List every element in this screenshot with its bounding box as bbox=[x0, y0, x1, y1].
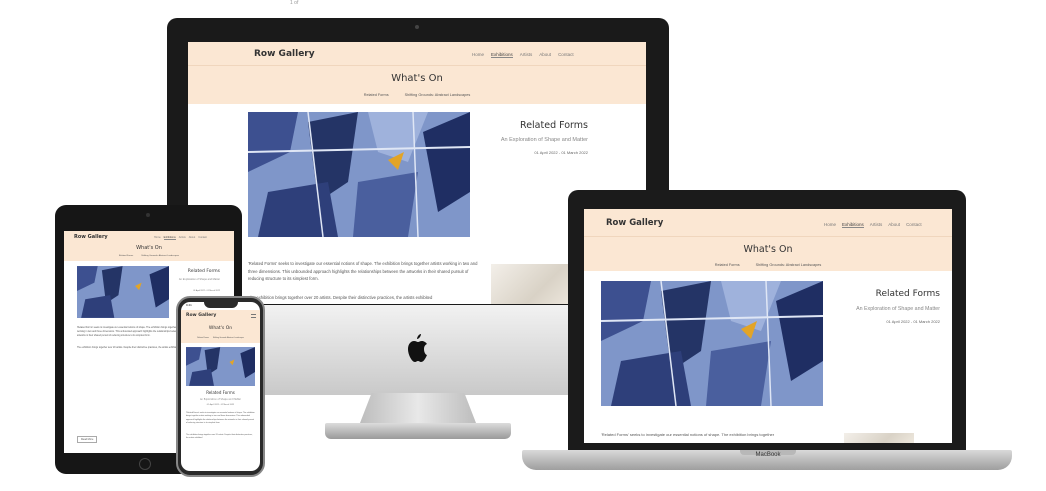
tablet-nav-exhibitions[interactable]: Exhibitions bbox=[163, 236, 176, 240]
exhibition-title: Related Forms bbox=[520, 120, 588, 131]
laptop-header-divider bbox=[584, 236, 952, 237]
site-header: Row Gallery Home Exhibitions Artists Abo… bbox=[188, 42, 646, 104]
laptop-link-shifting-grounds[interactable]: Shifting Grounds: Abstract Landscapes bbox=[756, 263, 822, 267]
site-nav: Home Exhibitions Artists About Contact bbox=[472, 52, 574, 58]
hamburger-menu-icon[interactable] bbox=[251, 314, 256, 318]
nav-exhibitions[interactable]: Exhibitions bbox=[491, 52, 513, 58]
tablet-read-more-button[interactable]: Read More bbox=[77, 436, 98, 443]
tablet-nav-artists[interactable]: Artists bbox=[179, 236, 186, 240]
apple-logo-icon bbox=[408, 334, 427, 362]
imac-camera bbox=[415, 25, 419, 29]
exhibition-description-2: The exhibition brings together over 20 a… bbox=[248, 295, 433, 300]
laptop-exhibition-title: Related Forms bbox=[875, 289, 940, 299]
laptop-exhibition-dates: 01 April 2022 - 01 March 2022 bbox=[886, 319, 940, 324]
tablet-artwork-image bbox=[77, 266, 169, 318]
phone-notch bbox=[204, 302, 238, 308]
tablet-abstract-painting-icon bbox=[77, 266, 169, 318]
tablet-exhibition-title: Related Forms bbox=[187, 269, 220, 274]
tablet-page-heading: What's On bbox=[136, 245, 162, 251]
exhibition-subtitle: An Exploration of Shape and Matter bbox=[500, 137, 588, 143]
sculpture-thumbnail bbox=[491, 264, 571, 304]
nav-artists[interactable]: Artists bbox=[520, 52, 533, 58]
tablet-exhibition-subtitle: An Exploration of Shape and Matter bbox=[178, 278, 220, 281]
laptop-screen: Row Gallery Home Exhibitions Artists Abo… bbox=[584, 209, 952, 443]
laptop-page-heading: What's On bbox=[743, 244, 793, 255]
phone-exhibition-title: Related Forms bbox=[206, 390, 235, 395]
phone-page-heading: What's On bbox=[208, 326, 233, 331]
image-counter-label: 1 of bbox=[290, 0, 299, 6]
laptop-exhibition-description: 'Related Forms' seeks to investigate our… bbox=[601, 432, 775, 437]
phone-site-brand[interactable]: Row Gallery bbox=[186, 313, 216, 318]
laptop-link-related-forms[interactable]: Related Forms bbox=[715, 263, 740, 267]
header-divider bbox=[188, 65, 646, 66]
phone-exhibition-dates: 01 April 2022 - 01 March 2022 bbox=[206, 404, 235, 406]
laptop-nav-home[interactable]: Home bbox=[824, 222, 836, 228]
tablet-link-related-forms[interactable]: Related Forms bbox=[119, 255, 133, 257]
nav-home[interactable]: Home bbox=[472, 52, 484, 58]
tablet-site-header: Row Gallery Home Exhibitions Artists Abo… bbox=[64, 231, 234, 261]
phone-site-header: Row Gallery What's On Related Forms Shif… bbox=[181, 310, 260, 343]
exhibition-description: 'Related Forms' seeks to investigate our… bbox=[248, 261, 478, 282]
tablet-site-nav: Home Exhibitions Artists About Contact bbox=[154, 236, 207, 240]
tablet-exhibition-dates: 01 April 2022 - 01 March 2022 bbox=[193, 290, 220, 292]
tablet-exhibition-description: 'Related Forms' seeks to investigate our… bbox=[77, 327, 184, 338]
phone-screen: 9:41 Row Gallery What's On Related Forms… bbox=[181, 302, 260, 471]
page-heading: What's On bbox=[391, 73, 443, 84]
laptop-site-header: Row Gallery Home Exhibitions Artists Abo… bbox=[584, 209, 952, 271]
abstract-painting-icon bbox=[248, 112, 470, 237]
phone-link-related-forms[interactable]: Related Forms bbox=[197, 337, 209, 339]
link-shifting-grounds[interactable]: Shifting Grounds: Abstract Landscapes bbox=[405, 93, 471, 97]
artwork-image bbox=[248, 112, 470, 237]
site-brand-logo[interactable]: Row Gallery bbox=[254, 49, 315, 59]
link-related-forms[interactable]: Related Forms bbox=[364, 93, 389, 97]
phone-exhibition-description: 'Related Forms' seeks to investigate our… bbox=[186, 412, 255, 425]
laptop-model-label: MacBook bbox=[755, 452, 781, 458]
phone-status-time: 9:41 bbox=[186, 303, 192, 307]
laptop-nav-about[interactable]: About bbox=[888, 222, 900, 228]
laptop-exhibition-links: Related Forms Shifting Grounds: Abstract… bbox=[584, 263, 952, 267]
laptop-abstract-painting-icon bbox=[601, 281, 823, 406]
laptop-artwork-image bbox=[601, 281, 823, 406]
laptop-nav-artists[interactable]: Artists bbox=[870, 222, 883, 228]
laptop-site-nav: Home Exhibitions Artists About Contact bbox=[824, 222, 922, 228]
exhibition-links: Related Forms Shifting Grounds: Abstract… bbox=[188, 93, 646, 97]
phone-link-shifting-grounds[interactable]: Shifting Grounds: Abstract Landscapes bbox=[213, 337, 244, 339]
nav-about[interactable]: About bbox=[539, 52, 551, 58]
imac-stand-base bbox=[325, 423, 511, 439]
phone-artwork-image bbox=[186, 347, 255, 386]
phone-exhibition-subtitle: An Exploration of Shape and Matter bbox=[199, 398, 242, 401]
laptop-sculpture-thumbnail bbox=[844, 433, 914, 443]
laptop-exhibition-subtitle: An Exploration of Shape and Matter bbox=[856, 306, 940, 312]
tablet-camera bbox=[146, 213, 150, 217]
imac-stand-neck bbox=[360, 393, 476, 423]
phone-exhibition-description-2: The exhibition brings together over 20 a… bbox=[186, 434, 253, 440]
phone-exhibition-links: Related Forms Shifting Grounds: Abstract… bbox=[181, 337, 260, 339]
tablet-exhibition-description-2: The exhibition brings together over 20 a… bbox=[77, 347, 179, 349]
laptop-site-brand[interactable]: Row Gallery bbox=[606, 218, 663, 228]
tablet-nav-home[interactable]: Home bbox=[154, 236, 161, 240]
tablet-home-button[interactable] bbox=[139, 458, 151, 470]
tablet-link-shifting-grounds[interactable]: Shifting Grounds: Abstract Landscapes bbox=[141, 255, 179, 257]
nav-contact[interactable]: Contact bbox=[558, 52, 574, 58]
tablet-nav-about[interactable]: About bbox=[189, 236, 196, 240]
exhibition-dates: 01 April 2022 - 01 March 2022 bbox=[534, 150, 588, 155]
laptop-nav-exhibitions[interactable]: Exhibitions bbox=[842, 222, 864, 228]
phone-abstract-painting-icon bbox=[186, 347, 255, 386]
tablet-exhibition-links: Related Forms Shifting Grounds: Abstract… bbox=[64, 255, 234, 257]
tablet-nav-contact[interactable]: Contact bbox=[198, 236, 207, 240]
device-mockup-stage: 1 of Row Gallery Home Exhibitions Artist… bbox=[0, 0, 1046, 491]
tablet-site-brand[interactable]: Row Gallery bbox=[74, 234, 108, 240]
laptop-nav-contact[interactable]: Contact bbox=[906, 222, 922, 228]
